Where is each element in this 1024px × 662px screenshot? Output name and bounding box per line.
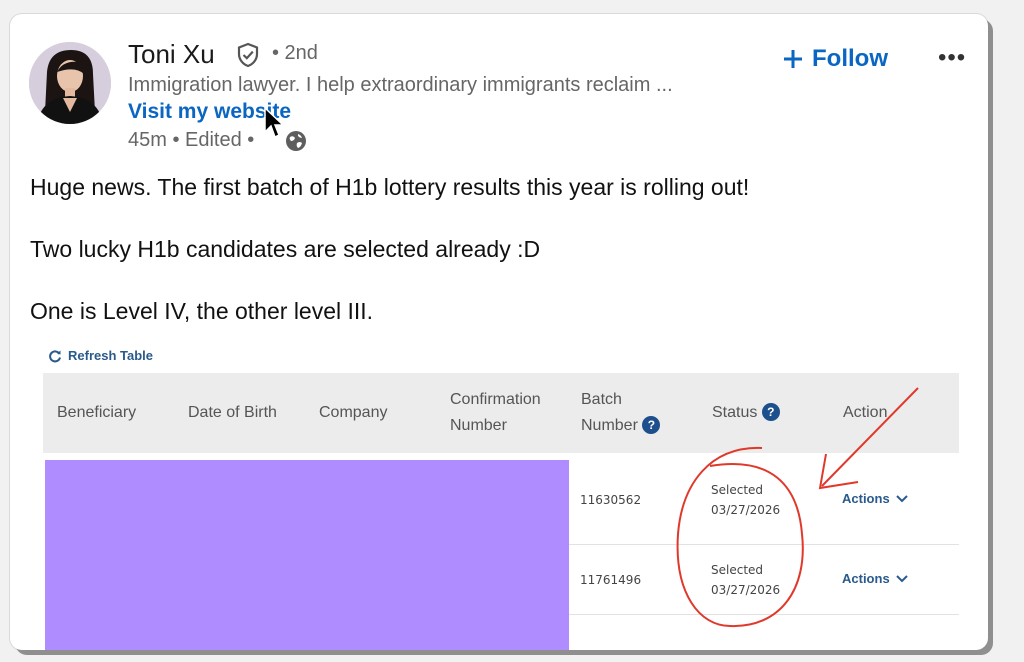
header-confirmation-number: Confirmation Number bbox=[450, 387, 541, 439]
row-2-actions-label: Actions bbox=[842, 571, 890, 586]
row-divider bbox=[569, 544, 959, 545]
row-2-status-date: 03/27/2026 bbox=[711, 583, 781, 597]
redacted-block bbox=[45, 460, 569, 650]
help-icon[interactable]: ? bbox=[761, 403, 780, 421]
header-batch-line-2-text: Number bbox=[581, 417, 638, 434]
table-header: Beneficiary Date of Birth Company Confir… bbox=[43, 373, 959, 453]
header-confirmation-line-1: Confirmation bbox=[450, 391, 541, 408]
post-card: Toni Xu • 2nd Immigration lawyer. I help… bbox=[10, 14, 988, 650]
header-batch-number: Batch Number ? bbox=[581, 387, 661, 439]
more-options-button[interactable]: ••• bbox=[938, 44, 966, 72]
globe-icon bbox=[286, 131, 306, 151]
author-headline: Immigration lawyer. I help extraordinary… bbox=[128, 74, 673, 96]
help-icon[interactable]: ? bbox=[642, 416, 661, 434]
row-1-actions-label: Actions bbox=[842, 491, 890, 506]
post-text-line-1: Huge news. The first batch of H1b lotter… bbox=[30, 174, 750, 200]
follow-label: Follow bbox=[812, 45, 888, 72]
row-1-batch-number: 11630562 bbox=[580, 493, 642, 507]
row-1-status-text: Selected bbox=[711, 483, 764, 497]
connection-degree: • 2nd bbox=[272, 42, 318, 64]
row-2-status: Selected 03/27/2026 bbox=[711, 560, 780, 600]
chevron-down-icon bbox=[895, 574, 908, 582]
verified-shield-icon bbox=[237, 42, 259, 68]
header-status: Status ? bbox=[712, 400, 780, 426]
row-divider bbox=[569, 614, 959, 615]
row-1-actions-dropdown[interactable]: Actions bbox=[842, 491, 908, 506]
avatar[interactable] bbox=[29, 42, 111, 124]
row-1-status: Selected 03/27/2026 bbox=[711, 480, 780, 520]
header-batch-line-2: Number ? bbox=[581, 413, 661, 439]
header-action: Action bbox=[843, 404, 888, 421]
post-text-line-3: One is Level IV, the other level III. bbox=[30, 298, 374, 324]
post-text-line-2: Two lucky H1b candidates are selected al… bbox=[30, 236, 541, 262]
row-2-actions-dropdown[interactable]: Actions bbox=[842, 571, 908, 586]
author-name[interactable]: Toni Xu bbox=[128, 39, 215, 70]
refresh-table-button[interactable]: Refresh Table bbox=[48, 348, 153, 363]
row-2-batch-number: 11761496 bbox=[580, 573, 642, 587]
red-arrowhead-annotation bbox=[818, 453, 859, 490]
header-company: Company bbox=[319, 404, 388, 421]
header-confirmation-line-2: Number bbox=[450, 417, 507, 434]
row-2-status-text: Selected bbox=[711, 563, 764, 577]
cursor-icon bbox=[264, 106, 285, 139]
header-beneficiary: Beneficiary bbox=[57, 404, 137, 421]
chevron-down-icon bbox=[895, 494, 908, 502]
header-batch-line-1: Batch bbox=[581, 391, 622, 408]
header-date-of-birth: Date of Birth bbox=[188, 404, 277, 421]
refresh-icon bbox=[49, 349, 61, 362]
row-1-status-date: 03/27/2026 bbox=[711, 503, 781, 517]
post-meta: 45m • Edited • bbox=[128, 129, 255, 151]
refresh-table-label: Refresh Table bbox=[68, 348, 154, 363]
plus-icon bbox=[784, 50, 802, 68]
header-status-text: Status bbox=[712, 404, 758, 421]
follow-button[interactable]: Follow bbox=[782, 42, 888, 76]
